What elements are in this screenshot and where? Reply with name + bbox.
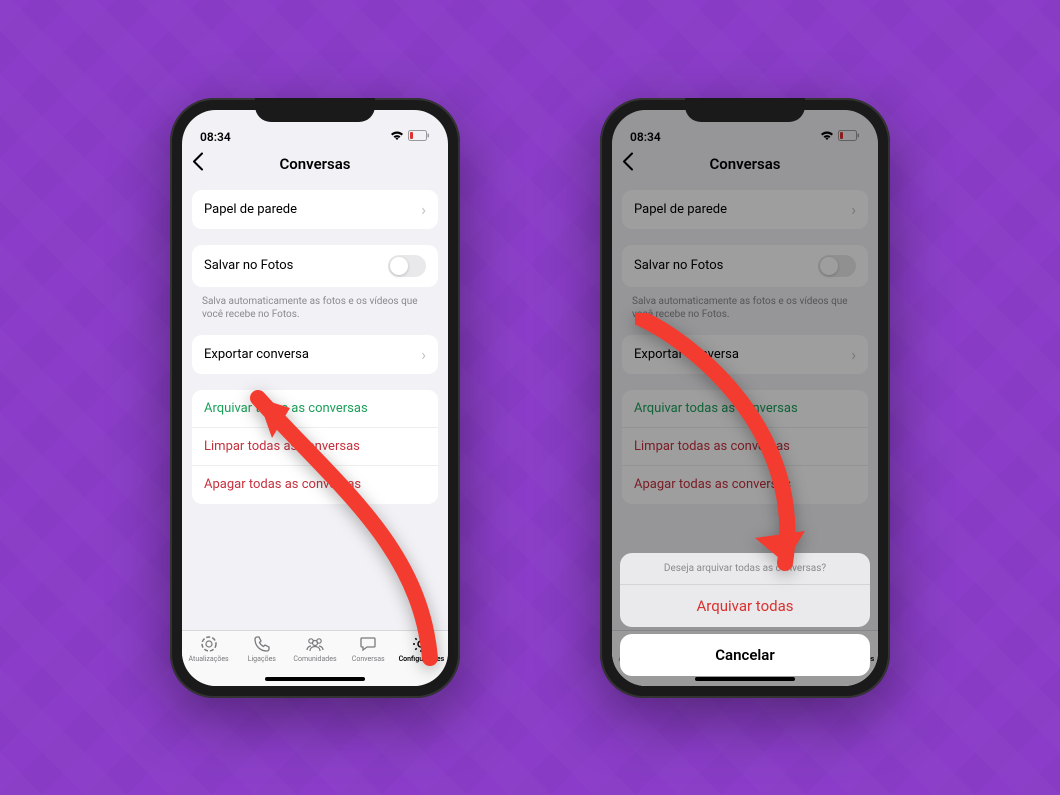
phone-frame-left: 08:34 Conversas: [170, 98, 460, 698]
status-right: [390, 130, 430, 144]
row-save-photos[interactable]: Salvar no Fotos: [192, 245, 438, 287]
row-wallpaper[interactable]: Papel de parede ›: [192, 190, 438, 229]
chevron-right-icon: ›: [421, 200, 426, 219]
phone-frame-right: 08:34 Conversas: [600, 98, 890, 698]
action-sheet: Deseja arquivar todas as conversas? Arqu…: [620, 553, 870, 676]
tab-communities-label: Comunidades: [293, 655, 336, 663]
chevron-right-icon: ›: [421, 345, 426, 364]
tab-settings-label: Configurações: [399, 655, 445, 663]
nav-header: Conversas: [182, 146, 448, 182]
tab-updates-label: Atualizações: [189, 655, 229, 663]
row-clear-all[interactable]: Limpar todas as conversas: [192, 428, 438, 466]
group-export: Exportar conversa ›: [192, 335, 438, 374]
row-wallpaper-label: Papel de parede: [204, 202, 297, 217]
tab-chats[interactable]: Conversas: [342, 635, 395, 663]
action-sheet-prompt: Deseja arquivar todas as conversas?: [620, 553, 870, 585]
gear-icon: [411, 635, 431, 653]
action-sheet-confirm[interactable]: Arquivar todas: [620, 585, 870, 627]
back-button[interactable]: [192, 151, 204, 176]
save-photos-toggle[interactable]: [388, 255, 426, 277]
tab-chats-label: Conversas: [352, 655, 385, 663]
save-photos-note: Salva automaticamente as fotos e os víde…: [192, 291, 438, 321]
tab-settings[interactable]: Configurações: [395, 635, 448, 663]
group-actions: Arquivar todas as conversas Limpar todas…: [192, 390, 438, 504]
action-sheet-group: Deseja arquivar todas as conversas? Arqu…: [620, 553, 870, 627]
row-save-photos-label: Salvar no Fotos: [204, 258, 293, 273]
home-indicator[interactable]: [265, 677, 365, 681]
phone-notch: [255, 98, 375, 122]
phone-icon: [252, 635, 272, 653]
row-export-label: Exportar conversa: [204, 347, 309, 362]
stage: 08:34 Conversas: [0, 0, 1060, 795]
tab-communities[interactable]: Comunidades: [288, 635, 341, 663]
tab-calls[interactable]: Ligações: [235, 635, 288, 663]
battery-icon: [408, 130, 430, 144]
group-save-photos: Salvar no Fotos: [192, 245, 438, 287]
communities-icon: [305, 635, 325, 653]
home-indicator[interactable]: [695, 677, 795, 681]
phone-screen-left: 08:34 Conversas: [182, 110, 448, 686]
row-clear-all-label: Limpar todas as conversas: [204, 439, 360, 454]
settings-content: Papel de parede › Salvar no Fotos Salva …: [182, 182, 448, 630]
row-delete-all[interactable]: Apagar todas as conversas: [192, 466, 438, 504]
status-circle-icon: [199, 635, 219, 653]
page-title: Conversas: [279, 155, 350, 173]
phone-screen-right: 08:34 Conversas: [612, 110, 878, 686]
status-time: 08:34: [200, 130, 231, 144]
group-wallpaper: Papel de parede ›: [192, 190, 438, 229]
tab-calls-label: Ligações: [248, 655, 276, 663]
action-sheet-cancel[interactable]: Cancelar: [620, 634, 870, 676]
wifi-icon: [390, 130, 404, 144]
row-archive-all-label: Arquivar todas as conversas: [204, 401, 368, 416]
row-delete-all-label: Apagar todas as conversas: [204, 477, 361, 492]
chat-bubble-icon: [358, 635, 378, 653]
row-archive-all[interactable]: Arquivar todas as conversas: [192, 390, 438, 428]
tab-updates[interactable]: Atualizações: [182, 635, 235, 663]
phone-notch: [685, 98, 805, 122]
row-export[interactable]: Exportar conversa ›: [192, 335, 438, 374]
